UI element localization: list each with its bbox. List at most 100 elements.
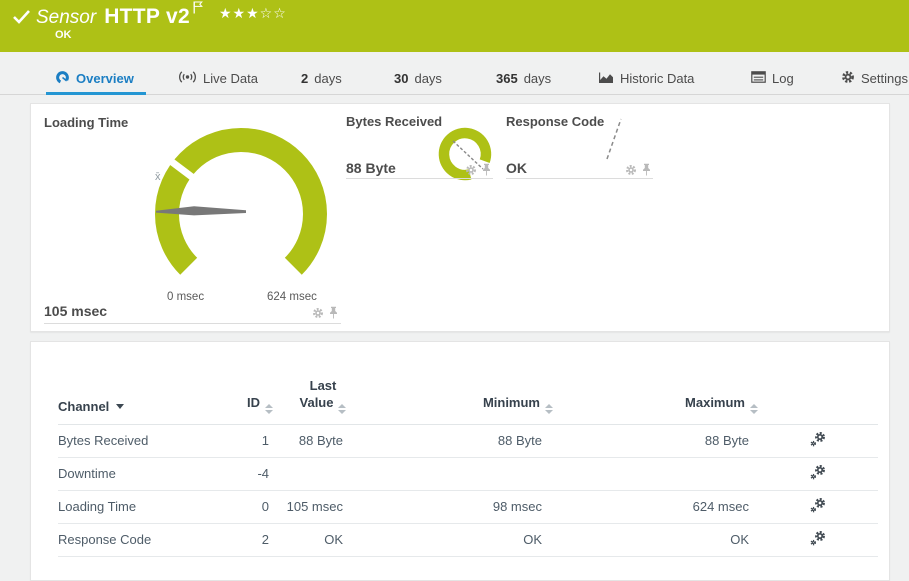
channel-minimum: 88 Byte <box>358 424 553 457</box>
channel-id: -4 <box>208 457 273 490</box>
sensor-name: HTTP v2 <box>104 5 190 29</box>
divider <box>346 178 493 179</box>
area-chart-icon <box>598 71 614 87</box>
channel-minimum: 98 msec <box>358 490 553 523</box>
sort-icon[interactable] <box>750 404 758 414</box>
channel-name: Loading Time <box>58 490 208 523</box>
sensor-kind-label: Sensor <box>36 7 96 29</box>
star-filled-icon[interactable]: ★ <box>219 5 233 21</box>
tab-historic-data-label: Historic Data <box>620 71 694 86</box>
column-header-maximum-label: Maximum <box>685 395 745 410</box>
active-tab-underline <box>46 92 146 95</box>
tab-30-days[interactable]: 30 days <box>394 62 442 95</box>
channel-last-value: 88 Byte <box>273 424 358 457</box>
tab-2-days[interactable]: 2 days <box>301 62 342 95</box>
tab-30-days-number: 30 <box>394 71 408 86</box>
channel-id: 0 <box>208 490 273 523</box>
channel-minimum <box>358 457 553 490</box>
channel-table: Channel ID Last Value Minimum Maximum <box>58 378 878 557</box>
channel-maximum: OK <box>553 523 758 556</box>
table-row: Bytes Received 1 88 Byte 88 Byte 88 Byte <box>58 424 878 457</box>
sort-icon[interactable] <box>545 404 553 414</box>
column-header-id-label: ID <box>247 395 260 410</box>
channel-name: Response Code <box>58 523 208 556</box>
table-row: Downtime -4 <box>58 457 878 490</box>
gauges-panel: Loading Time x̄ 0 msec 624 msec 105 msec… <box>30 103 890 332</box>
tab-live-data[interactable]: Live Data <box>178 62 258 95</box>
tab-live-data-label: Live Data <box>203 71 258 86</box>
channel-maximum <box>553 457 758 490</box>
sort-desc-icon[interactable] <box>116 404 124 409</box>
tab-historic-data[interactable]: Historic Data <box>598 62 694 95</box>
column-header-last-value-label: Last Value <box>300 378 337 410</box>
live-data-icon <box>178 70 197 87</box>
star-empty-icon[interactable]: ☆ <box>260 5 274 21</box>
average-marker-label: x̄ <box>155 171 161 183</box>
channel-last-value: 105 msec <box>273 490 358 523</box>
gauge-title-response-code: Response Code <box>506 114 604 129</box>
tab-log[interactable]: Log <box>751 62 794 95</box>
channel-id: 1 <box>208 424 273 457</box>
divider <box>44 323 341 324</box>
tab-30-days-label: days <box>414 71 441 86</box>
gauge-scale-min: 0 msec <box>167 291 204 303</box>
channel-settings-gears-icon[interactable] <box>810 497 826 516</box>
status-check-icon <box>12 9 31 29</box>
tab-365-days-label: days <box>524 71 551 86</box>
status-badge: OK <box>55 29 72 41</box>
gauge-needle <box>607 119 621 159</box>
tab-settings[interactable]: Settings <box>841 62 908 95</box>
tab-365-days-number: 365 <box>496 71 518 86</box>
gauge-icon <box>55 70 70 88</box>
channel-id: 2 <box>208 523 273 556</box>
gauge-value-bytes-received: 88 Byte <box>346 160 396 176</box>
priority-rating[interactable]: ★★★☆☆ <box>219 5 287 22</box>
channel-maximum: 88 Byte <box>553 424 758 457</box>
table-header-row: Channel ID Last Value Minimum Maximum <box>58 378 878 424</box>
channel-settings-gears-icon[interactable] <box>810 464 826 483</box>
column-header-minimum[interactable]: Minimum <box>358 378 553 424</box>
channels-panel: Channel ID Last Value Minimum Maximum <box>30 341 890 581</box>
channel-name: Downtime <box>58 457 208 490</box>
tab-overview[interactable]: Overview <box>55 62 134 95</box>
column-header-maximum[interactable]: Maximum <box>553 378 758 424</box>
star-filled-icon[interactable]: ★ <box>233 5 247 21</box>
tab-log-label: Log <box>772 71 794 86</box>
channel-settings-gears-icon[interactable] <box>810 530 826 549</box>
channel-last-value: OK <box>273 523 358 556</box>
column-header-channel-label: Channel <box>58 399 109 414</box>
response-code-gauge <box>599 113 631 165</box>
gauge-value-response-code: OK <box>506 160 527 176</box>
pin-icon[interactable] <box>329 306 338 324</box>
sort-icon[interactable] <box>338 404 346 414</box>
channel-minimum: OK <box>358 523 553 556</box>
column-header-last-value[interactable]: Last Value <box>273 378 358 424</box>
column-header-minimum-label: Minimum <box>483 395 540 410</box>
tab-settings-label: Settings <box>861 71 908 86</box>
gauge-value-loading-time: 105 msec <box>44 303 107 319</box>
gauge-scale-max: 624 msec <box>267 291 317 303</box>
sensor-title: Sensor HTTP v2 ★★★☆☆ <box>36 5 287 29</box>
gauge-title-loading-time: Loading Time <box>44 115 128 130</box>
star-empty-icon[interactable]: ☆ <box>273 5 287 21</box>
gauge-title-bytes-received: Bytes Received <box>346 114 442 129</box>
column-header-channel[interactable]: Channel <box>58 378 208 424</box>
tab-2-days-label: days <box>314 71 341 86</box>
tab-2-days-number: 2 <box>301 71 308 86</box>
flag-icon[interactable] <box>193 1 203 19</box>
gear-icon <box>841 70 855 87</box>
tab-bar: Overview Live Data 2 days 30 days 365 da… <box>0 62 909 95</box>
sort-icon[interactable] <box>265 404 273 414</box>
tab-365-days[interactable]: 365 days <box>496 62 551 95</box>
channel-settings-gears-icon[interactable] <box>810 431 826 450</box>
loading-time-gauge: x̄ <box>146 120 336 306</box>
column-header-id[interactable]: ID <box>208 378 273 424</box>
divider <box>506 178 653 179</box>
channel-maximum: 624 msec <box>553 490 758 523</box>
star-filled-icon[interactable]: ★ <box>246 5 260 21</box>
table-row: Response Code 2 OK OK OK <box>58 523 878 556</box>
channel-last-value <box>273 457 358 490</box>
channel-gear-icon[interactable] <box>312 306 324 324</box>
log-list-icon <box>751 71 766 86</box>
table-row: Loading Time 0 105 msec 98 msec 624 msec <box>58 490 878 523</box>
